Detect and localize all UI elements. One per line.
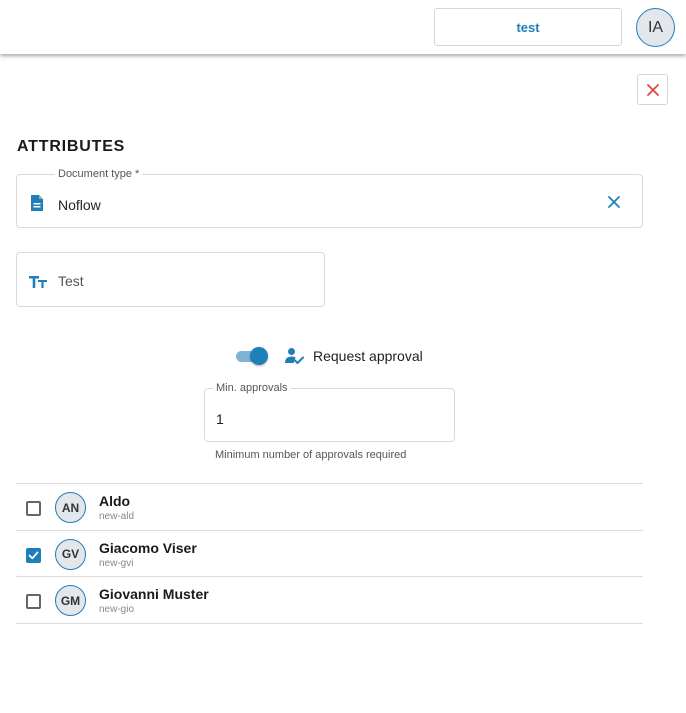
user-name: Aldo xyxy=(99,493,131,509)
section-title: ATTRIBUTES xyxy=(17,138,126,155)
document-icon xyxy=(31,195,43,211)
title-field[interactable]: Test xyxy=(16,252,325,307)
close-button[interactable] xyxy=(637,74,668,105)
document-type-field[interactable]: Document type * Noflow xyxy=(16,167,643,228)
document-type-value: Noflow xyxy=(58,197,101,213)
user-login: new-gvi xyxy=(99,557,134,569)
avatar: GV xyxy=(55,538,86,570)
clear-icon[interactable] xyxy=(607,195,621,209)
check-icon xyxy=(28,551,39,559)
approver-checkbox[interactable] xyxy=(26,501,41,516)
user-check-icon xyxy=(285,348,304,364)
request-approval-label: Request approval xyxy=(313,348,423,364)
approver-checkbox[interactable] xyxy=(26,547,41,563)
user-login: new-gio xyxy=(99,604,135,615)
request-approval-row: Request approval xyxy=(236,346,423,366)
min-approvals-label: Min. approvals xyxy=(213,381,291,395)
list-item[interactable]: GM Giovanni Muster new-gio xyxy=(16,577,643,624)
document-type-label: Document type * xyxy=(55,167,143,181)
user-login: new-ald xyxy=(99,511,135,522)
avatar: GM xyxy=(55,585,86,616)
request-approval-toggle[interactable] xyxy=(236,347,269,365)
user-avatar[interactable]: IA xyxy=(636,8,675,47)
min-approvals-field[interactable]: Min. approvals 1 xyxy=(204,381,455,442)
close-icon xyxy=(646,83,659,96)
text-type-icon xyxy=(29,276,47,288)
min-approvals-helper: Minimum number of approvals required xyxy=(215,449,407,461)
min-approvals-value: 1 xyxy=(216,411,224,427)
user-name: Giovanni Muster xyxy=(99,586,209,602)
user-name: Giacomo Viser xyxy=(99,539,197,556)
test-button[interactable]: test xyxy=(434,8,622,46)
approver-checkbox[interactable] xyxy=(26,594,41,609)
approver-list: AN Aldo new-ald GV Giacomo Viser new-gvi… xyxy=(16,483,643,624)
top-bar: test IA xyxy=(0,0,686,54)
avatar: AN xyxy=(55,492,86,523)
list-item[interactable]: GV Giacomo Viser new-gvi xyxy=(16,531,643,577)
list-item[interactable]: AN Aldo new-ald xyxy=(16,484,643,531)
title-value: Test xyxy=(58,273,84,289)
